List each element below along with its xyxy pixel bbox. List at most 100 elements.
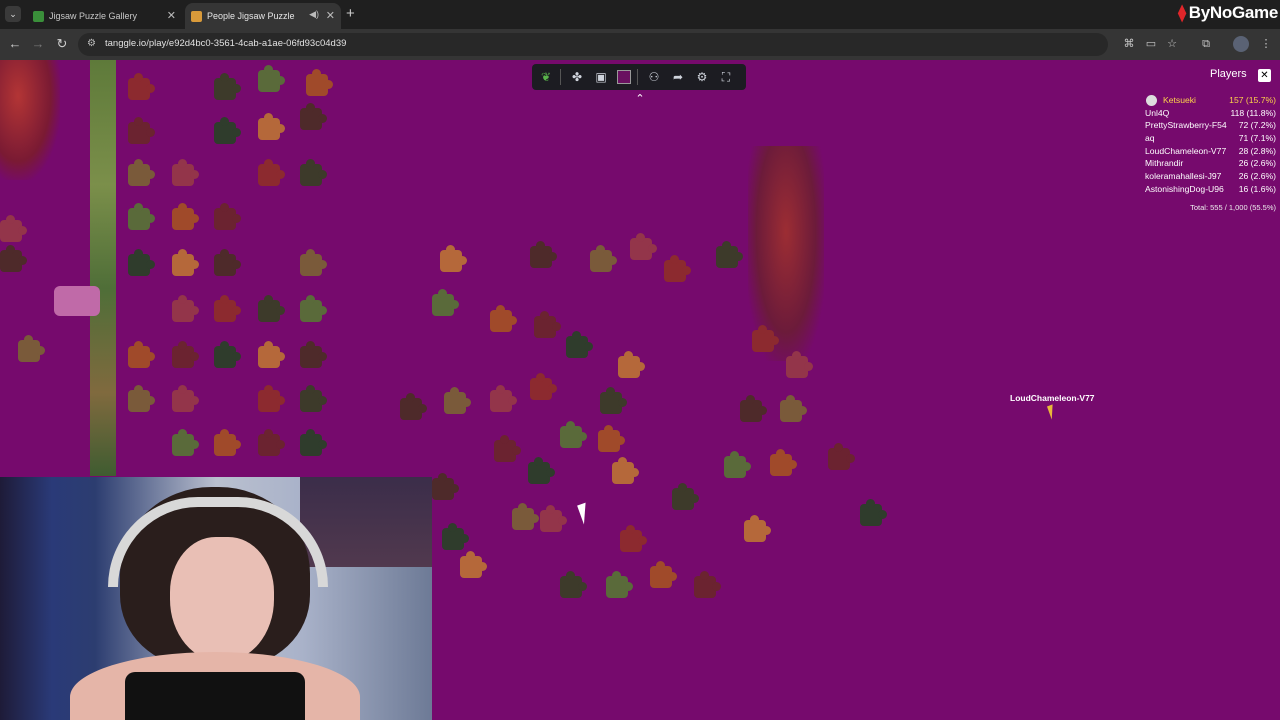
- puzzle-piece[interactable]: [214, 117, 241, 144]
- puzzle-piece[interactable]: [300, 341, 327, 368]
- puzzle-piece[interactable]: [18, 335, 45, 362]
- puzzle-piece[interactable]: [444, 387, 471, 414]
- puzzle-piece[interactable]: [258, 341, 285, 368]
- tab-search-button[interactable]: ⌄: [5, 6, 21, 22]
- players-icon[interactable]: ⚇: [644, 68, 664, 86]
- puzzle-piece-icon[interactable]: ✤: [567, 68, 587, 86]
- puzzle-piece[interactable]: [530, 241, 557, 268]
- puzzle-piece[interactable]: [860, 499, 887, 526]
- assembled-piece-cluster[interactable]: [54, 286, 100, 316]
- puzzle-piece[interactable]: [620, 525, 647, 552]
- puzzle-piece[interactable]: [650, 561, 677, 588]
- puzzle-piece[interactable]: [258, 429, 285, 456]
- puzzle-piece[interactable]: [630, 233, 657, 260]
- browser-menu-icon[interactable]: ⋮: [1258, 36, 1274, 52]
- reload-button[interactable]: ↻: [53, 35, 71, 53]
- puzzle-piece[interactable]: [694, 571, 721, 598]
- puzzle-piece[interactable]: [828, 443, 855, 470]
- puzzle-piece[interactable]: [172, 203, 199, 230]
- puzzle-piece[interactable]: [528, 457, 555, 484]
- puzzle-piece[interactable]: [664, 255, 691, 282]
- puzzle-piece[interactable]: [540, 505, 567, 532]
- image-preview-icon[interactable]: ▣: [591, 68, 611, 86]
- puzzle-piece[interactable]: [172, 385, 199, 412]
- puzzle-piece[interactable]: [512, 503, 539, 530]
- puzzle-piece[interactable]: [672, 483, 699, 510]
- puzzle-piece[interactable]: [300, 103, 327, 130]
- puzzle-piece[interactable]: [740, 395, 767, 422]
- puzzle-piece[interactable]: [600, 387, 627, 414]
- puzzle-piece[interactable]: [612, 457, 639, 484]
- puzzle-piece[interactable]: [300, 159, 327, 186]
- forward-button[interactable]: →: [29, 35, 47, 53]
- puzzle-piece[interactable]: [300, 249, 327, 276]
- puzzle-piece[interactable]: [128, 385, 155, 412]
- puzzle-piece[interactable]: [494, 435, 521, 462]
- puzzle-piece[interactable]: [172, 429, 199, 456]
- puzzle-piece[interactable]: [780, 395, 807, 422]
- puzzle-piece[interactable]: [128, 117, 155, 144]
- puzzle-piece[interactable]: [258, 295, 285, 322]
- tab-close-icon[interactable]: ✕: [326, 9, 335, 22]
- puzzle-piece[interactable]: [598, 425, 625, 452]
- puzzle-piece[interactable]: [214, 249, 241, 276]
- puzzle-piece[interactable]: [530, 373, 557, 400]
- cast-icon[interactable]: ▭: [1143, 36, 1159, 52]
- extensions-icon[interactable]: ⧉: [1198, 36, 1214, 52]
- tab-jigsaw-gallery[interactable]: Jigsaw Puzzle Gallery ✕: [27, 3, 182, 29]
- puzzle-piece[interactable]: [258, 113, 285, 140]
- puzzle-piece[interactable]: [128, 159, 155, 186]
- back-button[interactable]: ←: [6, 35, 24, 53]
- puzzle-piece[interactable]: [214, 341, 241, 368]
- puzzle-piece[interactable]: [560, 421, 587, 448]
- puzzle-piece[interactable]: [0, 245, 27, 272]
- tab-people-jigsaw[interactable]: People Jigsaw Puzzle ◀) ✕: [185, 3, 341, 29]
- new-tab-button[interactable]: +: [346, 5, 355, 22]
- puzzle-piece[interactable]: [306, 69, 333, 96]
- assembled-edge-strip[interactable]: [90, 60, 116, 476]
- address-bar[interactable]: ⚙ tanggle.io/play/e92d4bc0-3561-4cab-a1a…: [78, 33, 1108, 56]
- puzzle-piece[interactable]: [716, 241, 743, 268]
- puzzle-piece[interactable]: [214, 429, 241, 456]
- puzzle-piece[interactable]: [490, 305, 517, 332]
- puzzle-piece[interactable]: [440, 245, 467, 272]
- puzzle-piece[interactable]: [744, 515, 771, 542]
- puzzle-piece[interactable]: [258, 65, 285, 92]
- puzzle-piece[interactable]: [560, 571, 587, 598]
- puzzle-piece[interactable]: [300, 295, 327, 322]
- puzzle-piece[interactable]: [606, 571, 633, 598]
- profile-avatar[interactable]: [1233, 36, 1249, 52]
- puzzle-piece[interactable]: [786, 351, 813, 378]
- site-info-icon[interactable]: ⚙: [87, 38, 96, 49]
- puzzle-piece[interactable]: [432, 473, 459, 500]
- bookmark-star-icon[interactable]: ☆: [1164, 36, 1180, 52]
- puzzle-piece[interactable]: [128, 203, 155, 230]
- puzzle-piece[interactable]: [534, 311, 561, 338]
- chevrons-up-icon[interactable]: ⌃: [632, 92, 648, 106]
- puzzle-piece[interactable]: [460, 551, 487, 578]
- puzzle-piece[interactable]: [172, 249, 199, 276]
- assembled-piece-cluster[interactable]: [0, 60, 60, 180]
- puzzle-piece[interactable]: [442, 523, 469, 550]
- puzzle-piece[interactable]: [724, 451, 751, 478]
- close-players-icon[interactable]: ✕: [1258, 69, 1271, 82]
- tab-close-icon[interactable]: ✕: [167, 9, 176, 22]
- puzzle-piece[interactable]: [258, 385, 285, 412]
- puzzle-piece[interactable]: [128, 249, 155, 276]
- puzzle-piece[interactable]: [172, 341, 199, 368]
- translate-icon[interactable]: ⌘: [1121, 36, 1137, 52]
- puzzle-piece[interactable]: [258, 159, 285, 186]
- leaf-logo-icon[interactable]: ❦: [536, 68, 556, 86]
- puzzle-piece[interactable]: [128, 341, 155, 368]
- puzzle-piece[interactable]: [0, 215, 27, 242]
- share-icon[interactable]: ➦: [668, 68, 688, 86]
- puzzle-piece[interactable]: [300, 429, 327, 456]
- puzzle-piece[interactable]: [400, 393, 427, 420]
- fullscreen-icon[interactable]: ⛶: [716, 68, 736, 86]
- speaker-icon[interactable]: ◀): [309, 9, 319, 20]
- puzzle-piece[interactable]: [172, 295, 199, 322]
- puzzle-piece[interactable]: [590, 245, 617, 272]
- puzzle-piece[interactable]: [214, 295, 241, 322]
- puzzle-piece[interactable]: [214, 203, 241, 230]
- puzzle-piece[interactable]: [128, 73, 155, 100]
